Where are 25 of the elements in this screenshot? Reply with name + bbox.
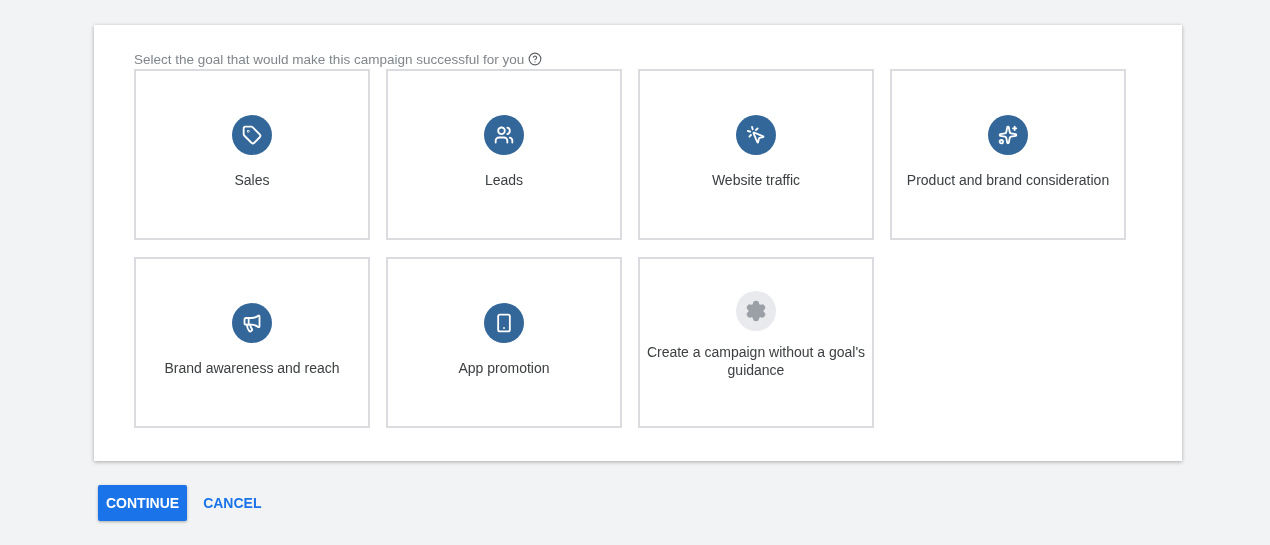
goal-label: Website traffic <box>711 170 801 189</box>
goal-label: Product and brand consideration <box>906 170 1110 189</box>
goal-label: Create a campaign without a goal's guidance <box>645 342 867 379</box>
megaphone-icon <box>232 302 272 343</box>
continue-button[interactable]: CONTINUE <box>98 485 188 521</box>
goal-label: Leads <box>484 170 524 189</box>
goal-card[interactable]: App promotion <box>386 257 622 428</box>
tag-icon <box>232 114 272 155</box>
goal-card[interactable]: Sales <box>134 69 370 240</box>
goal-label: App promotion <box>458 358 550 377</box>
goal-card[interactable]: Brand awareness and reach <box>134 257 370 428</box>
gear-icon <box>736 290 776 331</box>
goal-card[interactable]: Website traffic <box>638 69 874 240</box>
goal-label: Brand awareness and reach <box>164 358 340 377</box>
goal-card[interactable]: Product and brand consideration <box>890 69 1126 240</box>
goal-card[interactable]: Create a campaign without a goal's guidance <box>638 257 874 428</box>
cursor-click-icon <box>736 114 776 155</box>
goal-prompt: Select the goal that would make this campaign successful for you <box>134 51 525 67</box>
people-icon <box>484 114 524 155</box>
goal-card[interactable]: Leads <box>386 69 622 240</box>
cancel-button[interactable]: CANCEL <box>195 485 270 521</box>
goal-label: Sales <box>234 170 270 189</box>
help-icon[interactable] <box>528 52 543 66</box>
sparkles-icon <box>988 114 1028 155</box>
phone-icon <box>484 302 524 343</box>
